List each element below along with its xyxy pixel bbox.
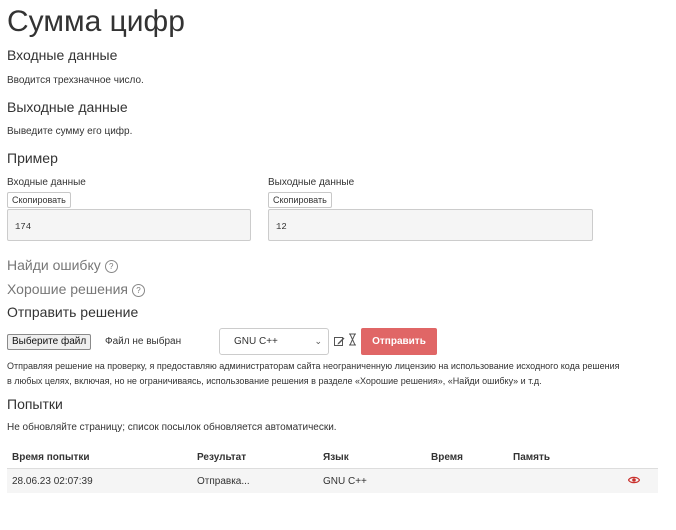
example-input-box: 174 bbox=[7, 209, 251, 241]
copy-output-button[interactable]: Скопировать bbox=[268, 192, 332, 208]
page-title: Сумма цифр bbox=[7, 5, 185, 38]
find-error-link[interactable]: Найди ошибку? bbox=[7, 256, 118, 274]
good-solutions-link[interactable]: Хорошие решения? bbox=[7, 280, 145, 298]
attempt-memory bbox=[508, 468, 618, 493]
column-header: Время попытки bbox=[7, 446, 192, 469]
example-output-label: Выходные данные bbox=[268, 177, 355, 188]
chevron-down-icon: ⌄ bbox=[314, 336, 322, 346]
edit-icon[interactable] bbox=[334, 334, 345, 346]
attempts-table: Время попытки Результат Язык Время Памят… bbox=[7, 446, 658, 493]
language-select[interactable]: GNU C++ ⌄ bbox=[219, 328, 329, 355]
language-value: GNU C++ bbox=[234, 336, 278, 347]
output-heading: Выходные данные bbox=[7, 99, 128, 115]
output-description: Выведите сумму его цифр. bbox=[7, 126, 133, 137]
example-input-label: Входные данные bbox=[7, 177, 86, 188]
table-header-row: Время попытки Результат Язык Время Памят… bbox=[7, 446, 658, 469]
column-header-actions bbox=[618, 446, 658, 469]
column-header: Результат bbox=[192, 446, 318, 469]
attempt-runtime bbox=[426, 468, 508, 493]
input-description: Вводится трехзначное число. bbox=[7, 75, 144, 86]
copy-input-button[interactable]: Скопировать bbox=[7, 192, 71, 208]
file-status: Файл не выбран bbox=[105, 336, 182, 347]
help-icon[interactable]: ? bbox=[132, 284, 145, 297]
license-notice: Отправляя решение на проверку, я предост… bbox=[7, 359, 667, 389]
attempt-time: 28.06.23 02:07:39 bbox=[7, 468, 192, 493]
good-solutions-label: Хорошие решения bbox=[7, 281, 128, 297]
attempts-note: Не обновляйте страницу; список посылок о… bbox=[7, 422, 337, 433]
column-header: Память bbox=[508, 446, 618, 469]
license-line-1: Отправляя решение на проверку, я предост… bbox=[7, 361, 620, 371]
find-error-label: Найди ошибку bbox=[7, 257, 101, 273]
submit-button[interactable]: Отправить bbox=[361, 328, 437, 355]
attempt-actions bbox=[618, 468, 658, 493]
eye-icon[interactable] bbox=[627, 475, 641, 487]
input-heading: Входные данные bbox=[7, 47, 118, 63]
help-icon[interactable]: ? bbox=[104, 260, 118, 273]
hourglass-icon bbox=[348, 333, 357, 346]
attempts-heading: Попытки bbox=[7, 396, 63, 412]
column-header: Язык bbox=[318, 446, 426, 469]
column-header: Время bbox=[426, 446, 508, 469]
attempt-language: GNU C++ bbox=[318, 468, 426, 493]
license-line-2: в любых целях, включая, но не ограничива… bbox=[7, 376, 542, 386]
submit-heading: Отправить решение bbox=[7, 304, 139, 320]
example-output-box: 12 bbox=[268, 209, 593, 241]
example-heading: Пример bbox=[7, 150, 58, 166]
table-row: 28.06.23 02:07:39 Отправка... GNU C++ bbox=[7, 468, 658, 493]
choose-file-button[interactable]: Выберите файл bbox=[7, 334, 92, 350]
attempt-result: Отправка... bbox=[192, 468, 318, 493]
